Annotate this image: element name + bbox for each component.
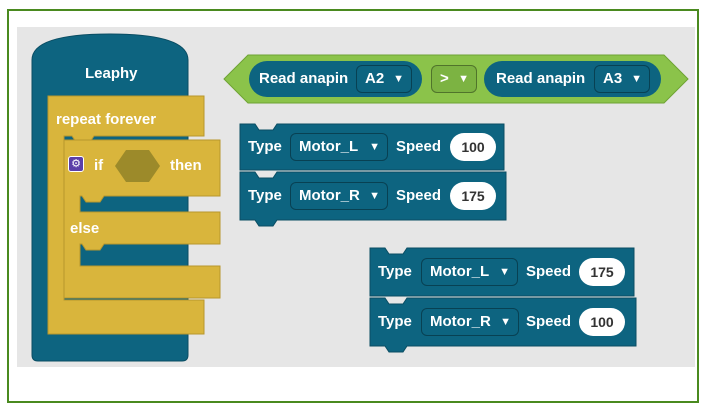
speed-input-3[interactable]: 175	[579, 258, 625, 286]
triangle-down-icon: ▼	[369, 141, 380, 153]
motor-value: Motor_L	[430, 263, 490, 280]
then-label: then	[170, 157, 202, 174]
speed-input-4[interactable]: 100	[579, 308, 625, 336]
repeat-forever-label: repeat forever	[56, 111, 157, 128]
motor-value: Motor_R	[299, 187, 360, 204]
speed-input-1[interactable]: 100	[450, 133, 496, 161]
speed-label: Speed	[526, 313, 572, 330]
else-label: else	[70, 220, 100, 237]
motor-type-label: Type	[378, 263, 412, 280]
speed-input-2[interactable]: 175	[450, 182, 496, 210]
motor-dropdown-4[interactable]: Motor_R ▼	[421, 308, 519, 336]
speed-label: Speed	[396, 187, 442, 204]
triangle-down-icon: ▼	[369, 190, 380, 202]
operator-value: >	[440, 70, 449, 87]
gear-icon[interactable]: ⚙	[68, 156, 84, 172]
leaphy-label: Leaphy	[85, 65, 138, 82]
motor-dropdown-3[interactable]: Motor_L ▼	[421, 258, 518, 286]
motor-value: Motor_L	[299, 138, 359, 155]
read-anapin-right-label: Read anapin	[496, 70, 586, 87]
pin-value-a3: A3	[603, 70, 623, 87]
pin-dropdown-a3[interactable]: A3 ▼	[594, 65, 650, 93]
motor-type-label: Type	[248, 138, 282, 155]
if-label: if	[94, 157, 104, 174]
speed-label: Speed	[396, 138, 442, 155]
triangle-down-icon: ▼	[631, 73, 642, 85]
pin-value-a2: A2	[365, 70, 385, 87]
pin-dropdown-a2[interactable]: A2 ▼	[356, 65, 412, 93]
operator-dropdown[interactable]: > ▼	[431, 65, 477, 93]
speed-label: Speed	[526, 263, 572, 280]
triangle-down-icon: ▼	[458, 73, 469, 85]
triangle-down-icon: ▼	[393, 73, 404, 85]
read-anapin-left-label: Read anapin	[259, 70, 349, 87]
motor-dropdown-1[interactable]: Motor_L ▼	[290, 133, 388, 161]
motor-value: Motor_R	[430, 313, 491, 330]
triangle-down-icon: ▼	[500, 316, 511, 328]
motor-type-label: Type	[248, 187, 282, 204]
motor-type-label: Type	[378, 313, 412, 330]
motor-dropdown-2[interactable]: Motor_R ▼	[290, 182, 388, 210]
triangle-down-icon: ▼	[499, 266, 510, 278]
